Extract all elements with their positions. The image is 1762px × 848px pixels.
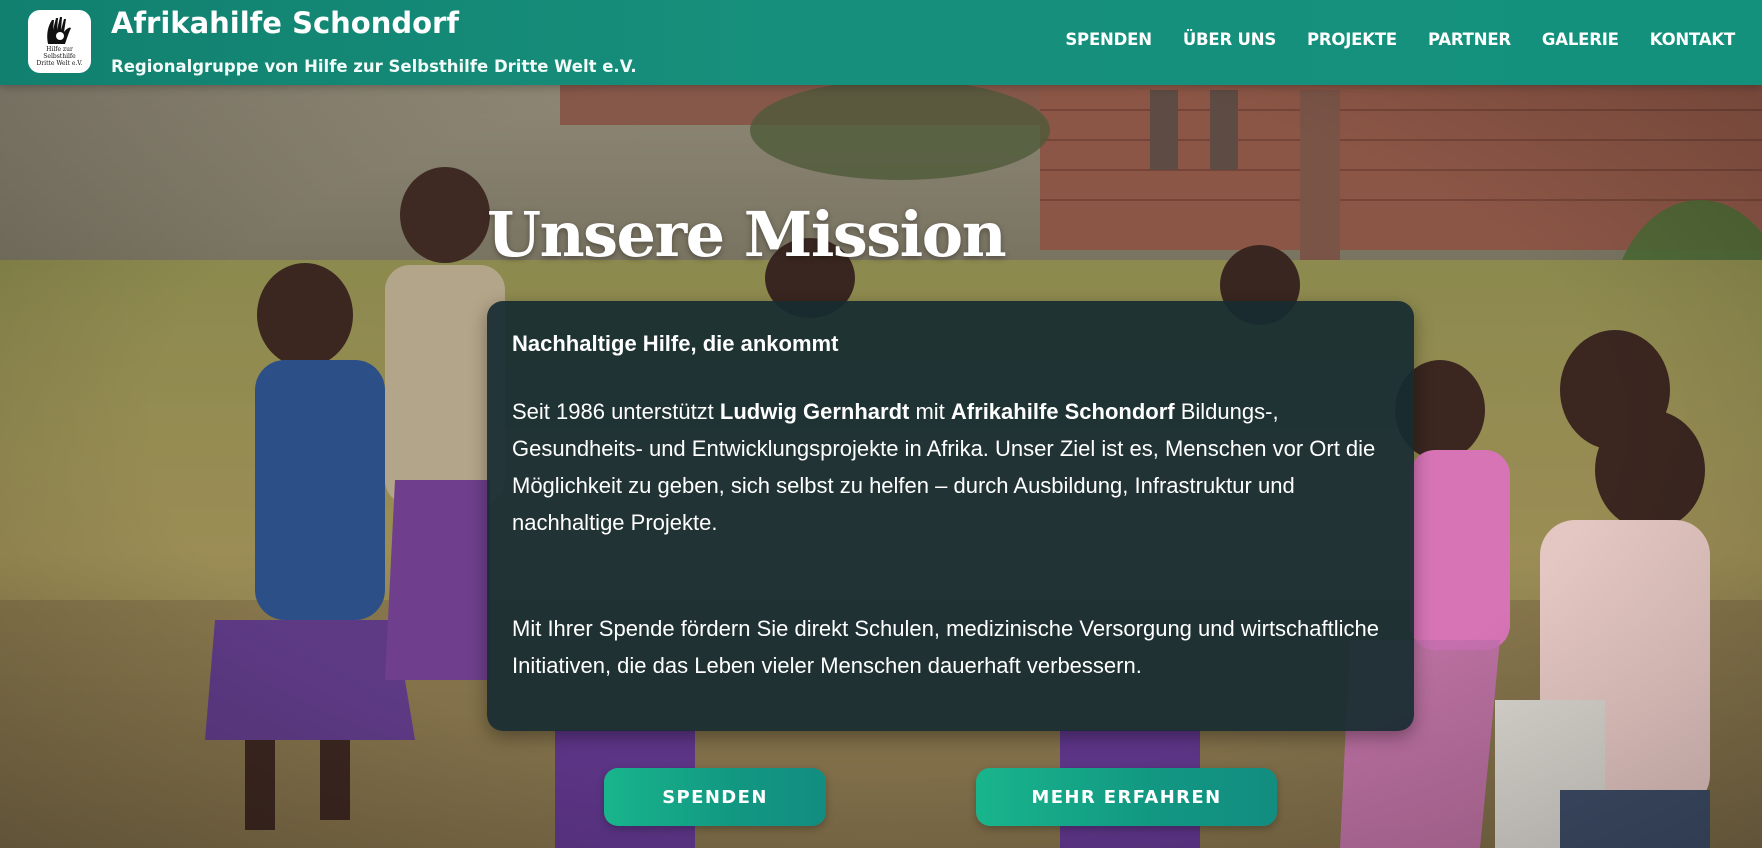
- nav-item-kontakt[interactable]: KONTAKT: [1650, 30, 1735, 49]
- para1-text-1: Seit 1986 unterstützt: [512, 399, 720, 424]
- nav-item-galerie[interactable]: GALERIE: [1542, 30, 1619, 49]
- para1-bold-org: Afrikahilfe Schondorf: [950, 399, 1175, 424]
- logo-line-3: Dritte Welt e.V.: [36, 60, 83, 67]
- site-subtitle: Regionalgruppe von Hilfe zur Selbsthilfe…: [111, 57, 637, 76]
- mission-card: Nachhaltige Hilfe, die ankommt Seit 1986…: [487, 301, 1414, 731]
- site-header: Hilfe zur Selbsthilfe Dritte Welt e.V. A…: [0, 0, 1762, 85]
- mission-paragraph-2: Mit Ihrer Spende fördern Sie direkt Schu…: [512, 616, 1380, 678]
- mission-title: Unsere Mission: [487, 198, 1007, 271]
- nav-item-ueber-uns[interactable]: ÜBER UNS: [1183, 30, 1276, 49]
- learn-more-button[interactable]: MEHR ERFAHREN: [976, 768, 1277, 826]
- nav-item-partner[interactable]: PARTNER: [1428, 30, 1511, 49]
- logo-line-1: Hilfe zur: [46, 46, 73, 53]
- mission-heading: Nachhaltige Hilfe, die ankommt: [512, 331, 839, 356]
- logo-caption: Hilfe zur Selbsthilfe Dritte Welt e.V.: [37, 46, 83, 67]
- logo[interactable]: Hilfe zur Selbsthilfe Dritte Welt e.V.: [28, 10, 91, 73]
- nav-item-projekte[interactable]: PROJEKTE: [1307, 30, 1397, 49]
- nav-item-spenden[interactable]: SPENDEN: [1065, 30, 1152, 49]
- logo-line-2: Selbsthilfe: [43, 53, 76, 60]
- donate-button[interactable]: SPENDEN: [604, 768, 826, 826]
- hands-logo-icon: [46, 17, 71, 44]
- site-title[interactable]: Afrikahilfe Schondorf: [111, 6, 459, 40]
- mission-paragraph-1: Seit 1986 unterstützt Ludwig Gernhardt m…: [512, 393, 1389, 541]
- main-nav: SPENDEN ÜBER UNS PROJEKTE PARTNER GALERI…: [1065, 30, 1735, 49]
- para1-bold-name: Ludwig Gernhardt: [719, 399, 910, 424]
- para1-text-2: mit: [909, 399, 951, 424]
